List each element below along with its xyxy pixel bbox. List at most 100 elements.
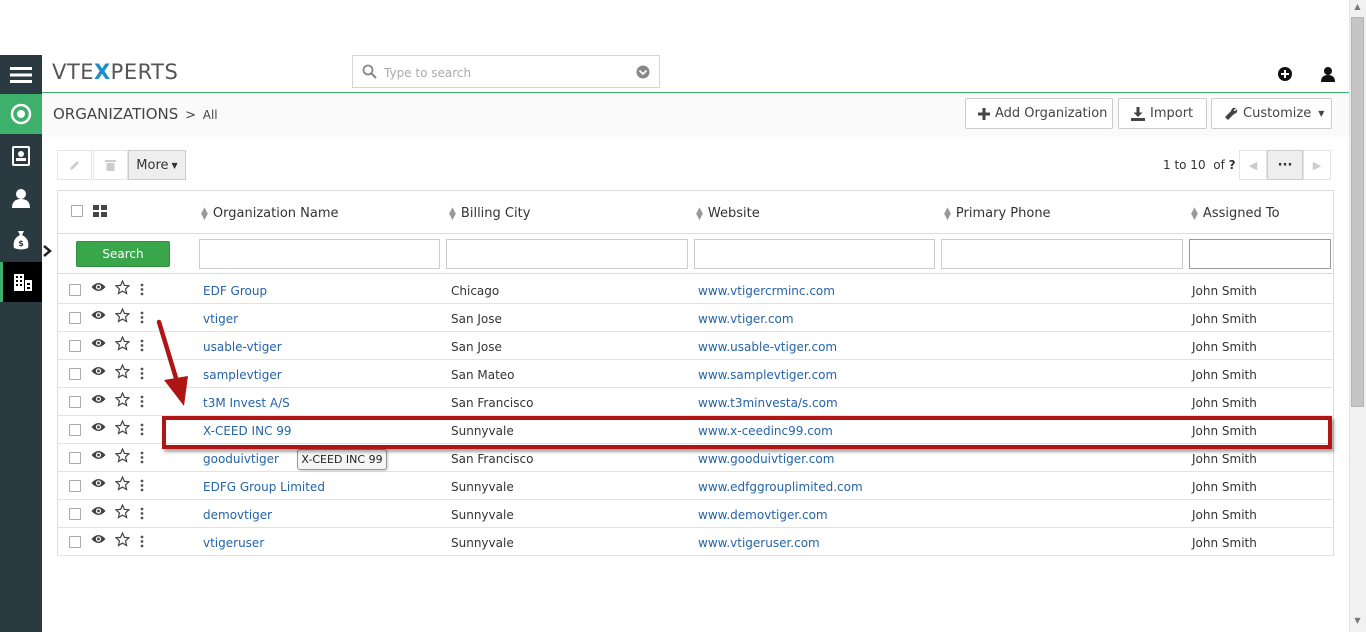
- quick-create-button[interactable]: [1277, 66, 1293, 85]
- delete-button[interactable]: [93, 150, 128, 180]
- cell-website[interactable]: www.t3minvesta/s.com: [698, 396, 838, 410]
- customize-button[interactable]: Customize ▼: [1211, 98, 1332, 129]
- table-row[interactable]: samplevtiger San Mateo www.samplevtiger.co…: [58, 360, 1333, 388]
- star-icon[interactable]: [115, 280, 130, 295]
- cell-organization-name[interactable]: EDFG Group Limited: [203, 480, 325, 494]
- column-header-assigned-to[interactable]: ▲ ▼ Assigned To: [1191, 206, 1280, 221]
- app-logo[interactable]: VTEXPERTS: [52, 60, 178, 84]
- more-dropdown[interactable]: More ▼: [128, 150, 186, 180]
- kebab-icon[interactable]: [140, 507, 144, 520]
- column-header-website[interactable]: ▲ ▼ Website: [696, 206, 760, 221]
- table-row[interactable]: vtiger San Jose www.vtiger.com John Smith: [58, 304, 1333, 332]
- eye-icon[interactable]: [91, 449, 106, 461]
- star-icon[interactable]: [115, 476, 130, 491]
- cell-organization-name[interactable]: gooduivtiger: [203, 452, 279, 466]
- row-checkbox[interactable]: [69, 536, 81, 548]
- column-settings-button[interactable]: [93, 205, 107, 220]
- sidebar-item-contacts[interactable]: [0, 136, 42, 176]
- scroll-down-arrow[interactable]: ▼: [1352, 616, 1363, 630]
- kebab-icon[interactable]: [140, 451, 144, 464]
- cell-organization-name[interactable]: vtiger: [203, 312, 238, 326]
- eye-icon[interactable]: [91, 421, 106, 433]
- cell-website[interactable]: www.vtigercrminc.com: [698, 284, 835, 298]
- eye-icon[interactable]: [91, 477, 106, 489]
- kebab-icon[interactable]: [140, 423, 144, 436]
- filter-assigned-to-input[interactable]: [1189, 239, 1331, 269]
- chevron-down-icon[interactable]: [636, 65, 650, 79]
- row-checkbox[interactable]: [69, 340, 81, 352]
- star-icon[interactable]: [115, 532, 130, 547]
- star-icon[interactable]: [115, 448, 130, 463]
- breadcrumb-view[interactable]: All: [203, 108, 218, 122]
- page-jump-button[interactable]: ···: [1267, 150, 1303, 180]
- eye-icon[interactable]: [91, 281, 106, 293]
- scroll-thumb[interactable]: [1351, 17, 1364, 407]
- cell-organization-name[interactable]: t3M Invest A/S: [203, 396, 290, 410]
- column-header-primary-phone[interactable]: ▲ ▼ Primary Phone: [944, 206, 1051, 221]
- column-header-billing-city[interactable]: ▲ ▼ Billing City: [449, 206, 530, 221]
- cell-website[interactable]: www.usable-vtiger.com: [698, 340, 837, 354]
- star-icon[interactable]: [115, 336, 130, 351]
- row-checkbox[interactable]: [69, 424, 81, 436]
- kebab-icon[interactable]: [140, 339, 144, 352]
- row-checkbox[interactable]: [69, 312, 81, 324]
- kebab-icon[interactable]: [140, 367, 144, 380]
- row-checkbox[interactable]: [69, 368, 81, 380]
- eye-icon[interactable]: [91, 365, 106, 377]
- table-row[interactable]: usable-vtiger San Jose www.usable-vtiger.c…: [58, 332, 1333, 360]
- sidebar-item-organizations[interactable]: [0, 262, 42, 302]
- select-all-checkbox[interactable]: [71, 205, 83, 217]
- previous-page-button[interactable]: ◀: [1239, 150, 1267, 180]
- star-icon[interactable]: [115, 504, 130, 519]
- kebab-icon[interactable]: [140, 479, 144, 492]
- star-icon[interactable]: [115, 420, 130, 435]
- search-button[interactable]: Search: [76, 241, 170, 267]
- table-row[interactable]: EDFG Group Limited Sunnyvale www.edfggroup…: [58, 472, 1333, 500]
- global-search-input[interactable]: Type to search: [352, 55, 660, 88]
- row-checkbox[interactable]: [69, 452, 81, 464]
- kebab-icon[interactable]: [140, 283, 144, 296]
- filter-organization-name-input[interactable]: [199, 239, 440, 269]
- pagination-total[interactable]: ?: [1229, 158, 1236, 172]
- table-row[interactable]: vtigeruser Sunnyvale www.vtigeruser.com Joh…: [58, 528, 1333, 556]
- eye-icon[interactable]: [91, 505, 106, 517]
- add-organization-button[interactable]: Add Organization: [965, 98, 1113, 129]
- eye-icon[interactable]: [91, 337, 106, 349]
- sidebar-item-leads[interactable]: [0, 178, 42, 218]
- cell-website[interactable]: www.vtiger.com: [698, 312, 794, 326]
- kebab-icon[interactable]: [140, 395, 144, 408]
- kebab-icon[interactable]: [140, 311, 144, 324]
- table-row[interactable]: EDF Group Chicago www.vtigercrminc.com John…: [58, 276, 1333, 304]
- filter-website-input[interactable]: [694, 239, 935, 269]
- row-checkbox[interactable]: [69, 396, 81, 408]
- table-row[interactable]: t3M Invest A/S San Francisco www.t3minvest…: [58, 388, 1333, 416]
- eye-icon[interactable]: [91, 393, 106, 405]
- next-page-button[interactable]: ▶: [1303, 150, 1331, 180]
- star-icon[interactable]: [115, 364, 130, 379]
- row-checkbox[interactable]: [69, 284, 81, 296]
- cell-organization-name[interactable]: vtigeruser: [203, 536, 264, 550]
- import-button[interactable]: Import: [1118, 98, 1207, 129]
- filter-primary-phone-input[interactable]: [941, 239, 1183, 269]
- edit-button[interactable]: [57, 150, 92, 180]
- kebab-icon[interactable]: [140, 535, 144, 548]
- star-icon[interactable]: [115, 392, 130, 407]
- table-row[interactable]: demovtiger Sunnyvale www.demovtiger.com Joh…: [58, 500, 1333, 528]
- sidebar-item-opportunities[interactable]: $: [0, 220, 42, 260]
- cell-organization-name[interactable]: samplevtiger: [203, 368, 282, 382]
- scroll-up-arrow[interactable]: ▲: [1352, 2, 1363, 16]
- breadcrumb-module[interactable]: ORGANIZATIONS: [53, 105, 178, 123]
- cell-organization-name[interactable]: EDF Group: [203, 284, 267, 298]
- cell-website[interactable]: www.gooduivtiger.com: [698, 452, 834, 466]
- row-checkbox[interactable]: [69, 480, 81, 492]
- cell-website[interactable]: www.samplevtiger.com: [698, 368, 837, 382]
- cell-website[interactable]: www.demovtiger.com: [698, 508, 828, 522]
- eye-icon[interactable]: [91, 533, 106, 545]
- cell-organization-name[interactable]: demovtiger: [203, 508, 272, 522]
- star-icon[interactable]: [115, 308, 130, 323]
- column-header-organization-name[interactable]: ▲ ▼ Organization Name: [201, 206, 339, 221]
- filter-billing-city-input[interactable]: [446, 239, 688, 269]
- cell-website[interactable]: www.edfggrouplimited.com: [698, 480, 863, 494]
- cell-website[interactable]: www.vtigeruser.com: [698, 536, 820, 550]
- menu-toggle[interactable]: [0, 55, 42, 95]
